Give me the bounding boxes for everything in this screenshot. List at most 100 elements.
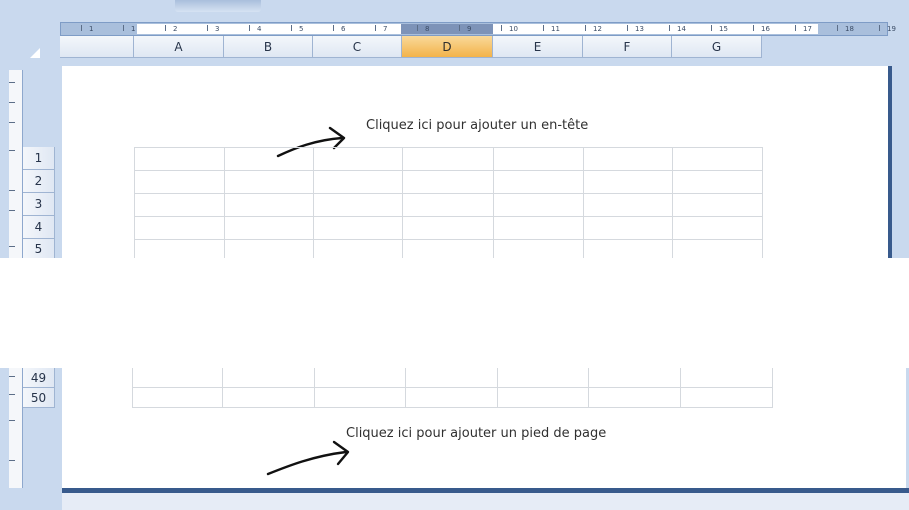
ruler-selected-range	[401, 24, 493, 34]
grid-cell[interactable]	[135, 194, 225, 217]
column-header-c[interactable]: C	[313, 36, 402, 58]
grid-cell[interactable]	[584, 240, 673, 258]
ruler-tick	[249, 25, 250, 31]
grid-cell[interactable]	[494, 240, 584, 258]
column-header-e[interactable]: E	[493, 36, 583, 58]
grid-cell[interactable]	[223, 368, 315, 388]
ruler-number: 9	[467, 25, 472, 33]
next-page-area	[62, 493, 909, 510]
grid-cell[interactable]	[494, 194, 584, 217]
grid-cell[interactable]	[494, 217, 584, 240]
ruler-tick	[165, 25, 166, 31]
grid-cell[interactable]	[225, 171, 314, 194]
ruler-tick	[375, 25, 376, 31]
grid-cell[interactable]	[584, 148, 673, 171]
column-header-d[interactable]: D	[402, 36, 493, 58]
grid-cell[interactable]	[681, 388, 773, 408]
ruler-number: 19	[887, 25, 896, 33]
row-header-2[interactable]: 2	[23, 170, 55, 193]
ruler-tick	[669, 25, 670, 31]
ruler-number: 4	[257, 25, 262, 33]
grid-cell[interactable]	[314, 171, 403, 194]
row-header-1[interactable]: 1	[23, 147, 55, 170]
grid-cell[interactable]	[584, 171, 673, 194]
grid-cell[interactable]	[673, 217, 763, 240]
page-layout-top: 1 1 2 3 4 5 6 7 8 9 10 11 12 13 14 15 16 17 18 19 ABCDEFG 1…	[0, 0, 909, 258]
grid-cell[interactable]	[223, 388, 315, 408]
vertical-ruler[interactable]	[9, 368, 23, 488]
grid-cell[interactable]	[403, 148, 494, 171]
grid-cell[interactable]	[225, 148, 314, 171]
grid-cell[interactable]	[498, 388, 589, 408]
row-header-5[interactable]: 5	[23, 239, 55, 258]
grid-cell[interactable]	[494, 148, 584, 171]
row-header-50[interactable]: 50	[23, 388, 55, 408]
ruler-number: 18	[845, 25, 854, 33]
grid-cell[interactable]	[498, 368, 589, 388]
vertical-ruler[interactable]	[9, 70, 23, 258]
grid-cell[interactable]	[406, 368, 498, 388]
grid-cell[interactable]	[314, 217, 403, 240]
grid-cell[interactable]	[403, 217, 494, 240]
ruler-tick	[417, 25, 418, 31]
ruler-tick	[459, 25, 460, 31]
ruler-tick	[501, 25, 502, 31]
grid-cell[interactable]	[135, 148, 225, 171]
ruler-margin-area	[137, 24, 441, 34]
ruler-tick	[627, 25, 628, 31]
grid-cell[interactable]	[406, 388, 498, 408]
header-placeholder[interactable]: Cliquez ici pour ajouter un en-tête	[366, 118, 588, 133]
select-all-corner[interactable]	[8, 20, 60, 58]
grid-cell[interactable]	[673, 171, 763, 194]
grid-cell[interactable]	[681, 368, 773, 388]
column-header-remaining	[762, 36, 888, 58]
ruler-number: 11	[551, 25, 560, 33]
grid-cell[interactable]	[314, 148, 403, 171]
grid-cell[interactable]	[403, 194, 494, 217]
row-header-3[interactable]: 3	[23, 193, 55, 216]
grid-cell[interactable]	[314, 194, 403, 217]
grid-cell[interactable]	[225, 240, 314, 258]
grid-cell[interactable]	[673, 194, 763, 217]
ruler-number: 1	[89, 25, 94, 33]
row-header-49[interactable]: 49	[23, 368, 55, 388]
row-header-4[interactable]: 4	[23, 216, 55, 239]
grid-cell[interactable]	[494, 171, 584, 194]
grid-cell[interactable]	[673, 148, 763, 171]
page-layout-bottom: 49 50 Cliquez ici pour ajouter un pied de…	[0, 368, 909, 510]
grid-cell[interactable]	[225, 217, 314, 240]
ruler-tick	[291, 25, 292, 31]
ruler-number: 6	[341, 25, 346, 33]
grid-cell[interactable]	[314, 240, 403, 258]
ruler-tick	[543, 25, 544, 31]
grid-cell[interactable]	[133, 388, 223, 408]
ruler-number: 12	[593, 25, 602, 33]
ruler-number: 7	[383, 25, 388, 33]
grid-cell[interactable]	[403, 171, 494, 194]
grid-cell[interactable]	[403, 240, 494, 258]
footer-placeholder[interactable]: Cliquez ici pour ajouter un pied de page	[346, 426, 606, 441]
grid-cell[interactable]	[584, 217, 673, 240]
grid-cell[interactable]	[135, 217, 225, 240]
grid-cell[interactable]	[135, 171, 225, 194]
grid-cell[interactable]	[133, 368, 223, 388]
column-header-g[interactable]: G	[672, 36, 762, 58]
grid-cell[interactable]	[315, 388, 406, 408]
ruler-tick	[753, 25, 754, 31]
ruler-number: 5	[299, 25, 304, 33]
column-header-a[interactable]: A	[134, 36, 224, 58]
grid-cell[interactable]	[225, 194, 314, 217]
column-header-b[interactable]: B	[224, 36, 313, 58]
grid-cell[interactable]	[589, 368, 681, 388]
ruler-number: 17	[803, 25, 812, 33]
column-header-f[interactable]: F	[583, 36, 672, 58]
grid-cell[interactable]	[584, 194, 673, 217]
grid-cell[interactable]	[589, 388, 681, 408]
ruler-number: 8	[425, 25, 430, 33]
grid-cell[interactable]	[673, 240, 763, 258]
grid-cell[interactable]	[315, 368, 406, 388]
grid-cell[interactable]	[135, 240, 225, 258]
cell-grid-bottom[interactable]	[132, 368, 773, 408]
cell-grid-top[interactable]	[134, 147, 763, 258]
horizontal-ruler[interactable]: 1 1 2 3 4 5 6 7 8 9 10 11 12 13 14 15 16 17 18 19	[60, 22, 896, 36]
